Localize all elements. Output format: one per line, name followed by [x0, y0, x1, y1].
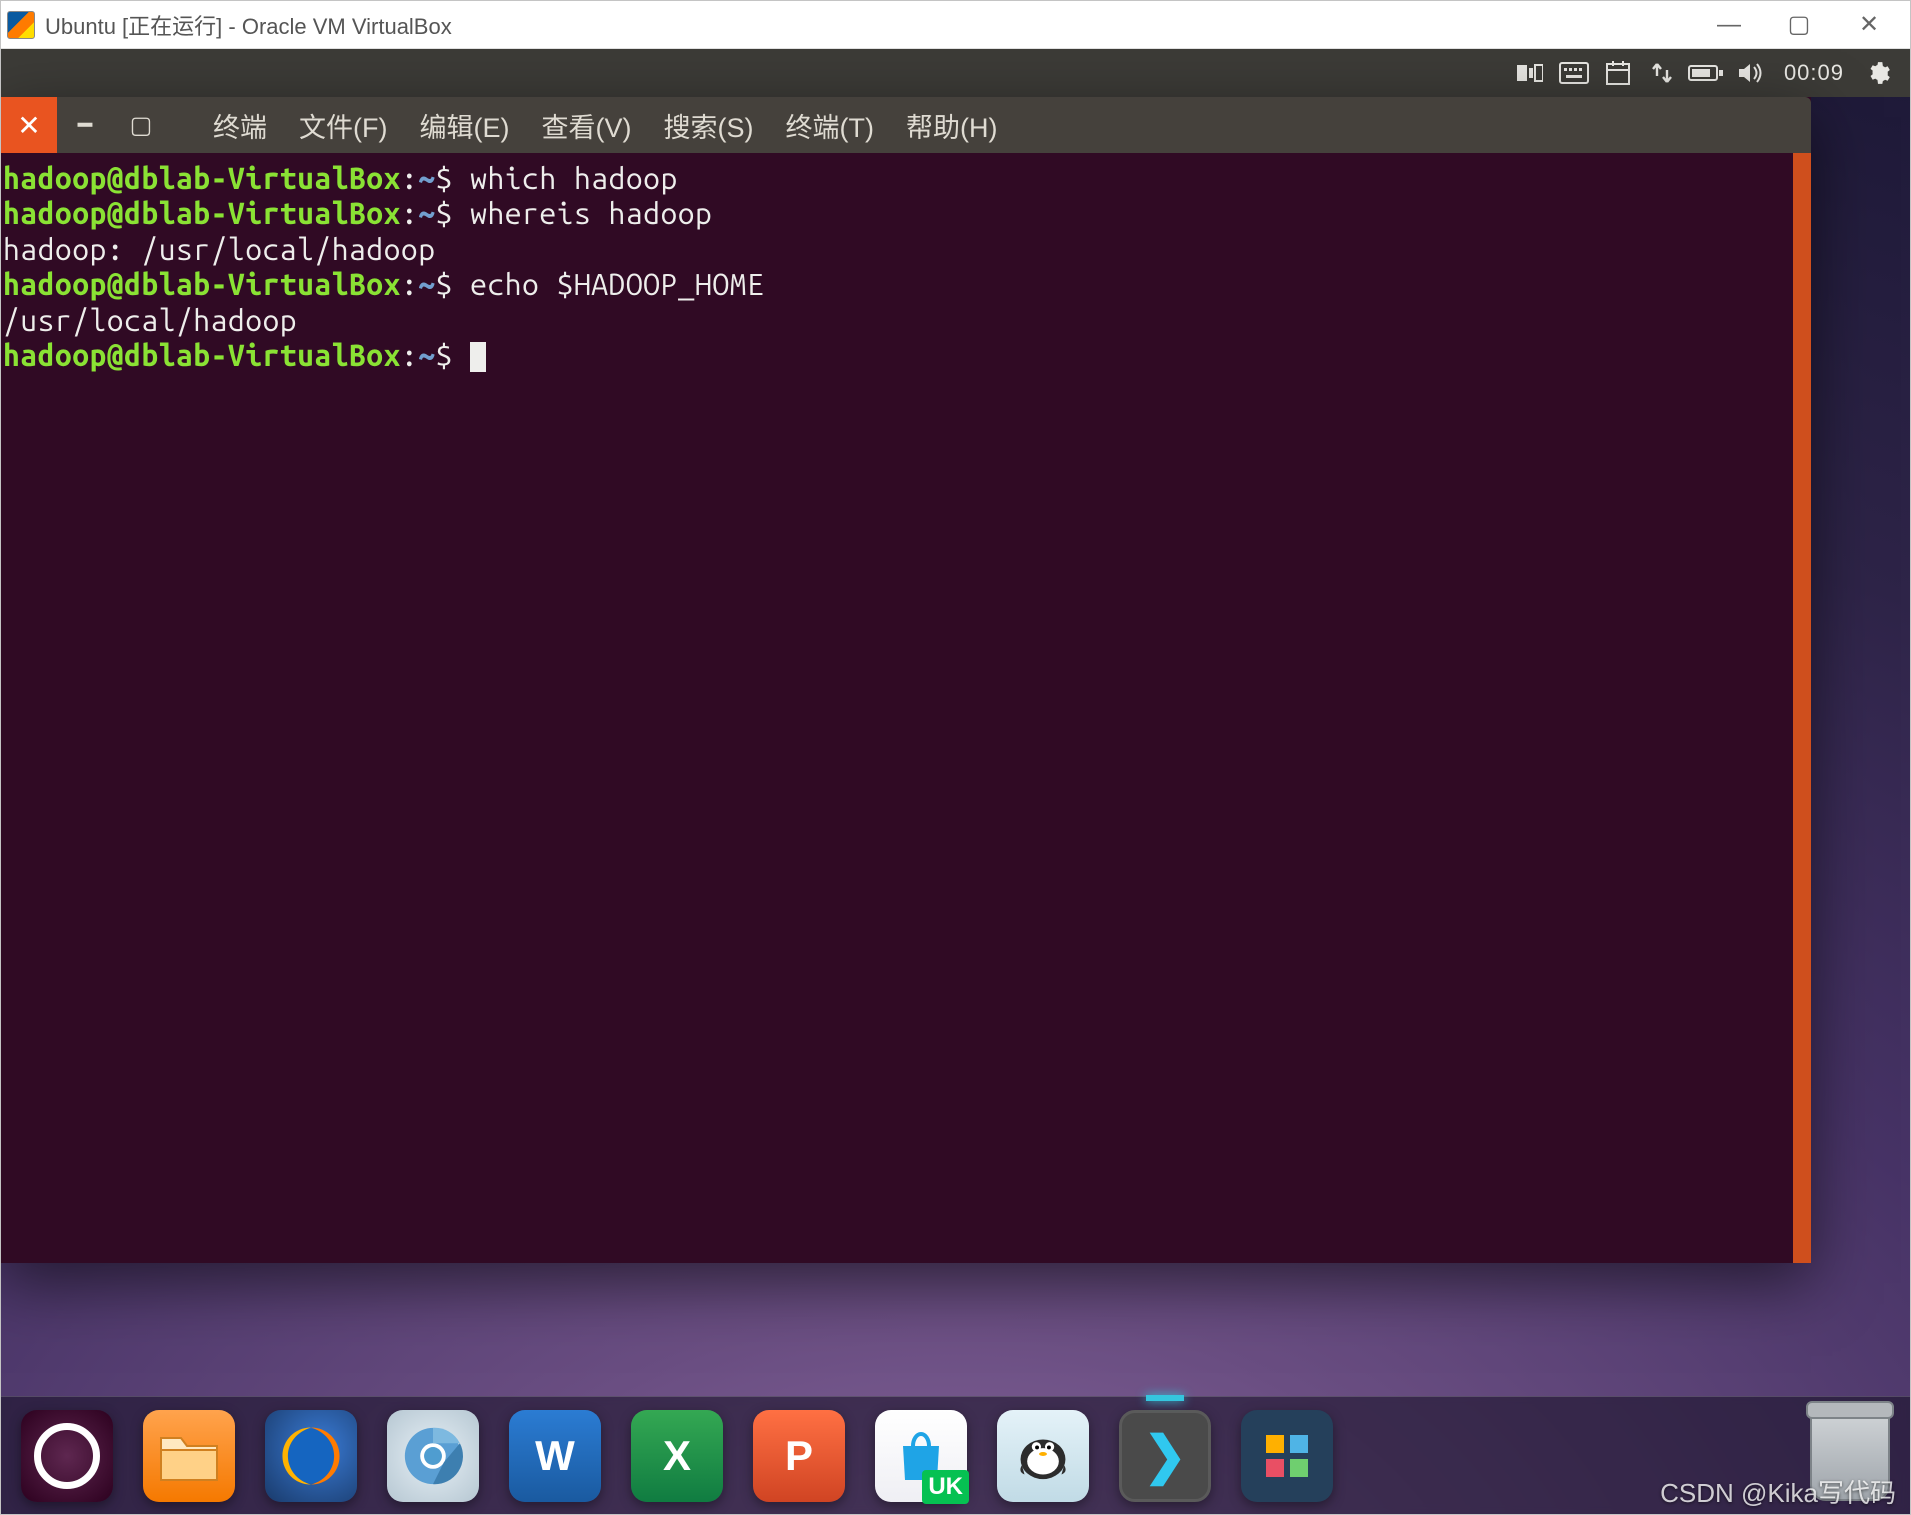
menu-terminal[interactable]: 终端(T)	[769, 97, 889, 153]
dock-item-chromium[interactable]	[387, 1410, 479, 1502]
terminal-titlebar[interactable]: ✕ ━ ▢ 终端 文件(F) 编辑(E) 查看(V) 搜索(S) 终端(T) 帮…	[1, 97, 1811, 153]
maximize-icon: ▢	[130, 111, 153, 140]
close-icon: ✕	[17, 109, 40, 142]
vbox-titlebar[interactable]: Ubuntu [正在运行] - Oracle VM VirtualBox — ▢…	[1, 1, 1910, 49]
vbox-close-button[interactable]: ✕	[1834, 1, 1904, 49]
terminal-maximize-button[interactable]: ▢	[113, 97, 169, 153]
dock-item-ppt[interactable]: P	[753, 1410, 845, 1502]
clock[interactable]: 00:09	[1772, 60, 1856, 86]
dock-item-apps[interactable]	[1241, 1410, 1333, 1502]
menu-edit[interactable]: 编辑(E)	[403, 97, 525, 153]
calendar-icon[interactable]	[1596, 49, 1640, 97]
vbox-minimize-button[interactable]: —	[1694, 1, 1764, 49]
terminal-body[interactable]: hadoop@dblab-VirtualBox:~$ which hadooph…	[1, 153, 1811, 1263]
battery-icon[interactable]	[1684, 49, 1728, 97]
terminal-line: hadoop@dblab-VirtualBox:~$ echo $HADOOP_…	[3, 267, 1809, 302]
dock-item-qq[interactable]	[997, 1410, 1089, 1502]
vbox-maximize-button[interactable]: ▢	[1764, 1, 1834, 49]
vbox-window-title: Ubuntu [正在运行] - Oracle VM VirtualBox	[45, 9, 1694, 41]
keyboard-indicator-icon[interactable]	[1552, 49, 1596, 97]
ubuntu-top-panel[interactable]: 00:09	[1, 49, 1910, 97]
terminal-scrollbar[interactable]	[1793, 153, 1811, 1263]
dock-item-word[interactable]: W	[509, 1410, 601, 1502]
volume-icon[interactable]	[1728, 49, 1772, 97]
menu-help[interactable]: 帮助(H)	[890, 97, 1013, 153]
virtualbox-logo-icon	[7, 11, 35, 39]
minimize-icon: —	[1717, 11, 1741, 39]
dock-item-firefox[interactable]	[265, 1410, 357, 1502]
menu-file[interactable]: 文件(F)	[283, 97, 403, 153]
maximize-icon: ▢	[1788, 10, 1811, 39]
minimize-icon: ━	[78, 111, 92, 140]
dock-item-files[interactable]	[143, 1410, 235, 1502]
virtualbox-host-window: Ubuntu [正在运行] - Oracle VM VirtualBox — ▢…	[0, 0, 1911, 1515]
terminal-line: hadoop@dblab-VirtualBox:~$ which hadoop	[3, 161, 1809, 196]
system-settings-gear-icon[interactable]	[1856, 49, 1900, 97]
menu-view[interactable]: 查看(V)	[525, 97, 647, 153]
terminal-line: hadoop: /usr/local/hadoop	[3, 232, 1809, 267]
trash-icon[interactable]	[1810, 1411, 1890, 1501]
close-icon: ✕	[1859, 10, 1879, 39]
terminal-line: /usr/local/hadoop	[3, 303, 1809, 338]
terminal-window: ✕ ━ ▢ 终端 文件(F) 编辑(E) 查看(V) 搜索(S) 终端(T) 帮…	[1, 97, 1811, 1263]
terminal-app-label: 终端	[197, 97, 283, 153]
network-icon[interactable]	[1640, 49, 1684, 97]
terminal-line: hadoop@dblab-VirtualBox:~$	[3, 338, 1809, 373]
dock-item-uk[interactable]: UK	[875, 1410, 967, 1502]
terminal-close-button[interactable]: ✕	[1, 97, 57, 153]
dock: WXP UK ❯	[1, 1396, 1910, 1514]
terminal-line: hadoop@dblab-VirtualBox:~$ whereis hadoo…	[3, 196, 1809, 231]
usb-devices-icon[interactable]	[1508, 49, 1552, 97]
dock-item-term[interactable]: ❯	[1119, 1410, 1211, 1502]
dock-item-ubuntu[interactable]	[21, 1410, 113, 1502]
menu-search[interactable]: 搜索(S)	[647, 97, 769, 153]
dock-item-excel[interactable]: X	[631, 1410, 723, 1502]
terminal-minimize-button[interactable]: ━	[57, 97, 113, 153]
guest-desktop: 00:09 ✕ ━ ▢ 终端 文件(F) 编辑(E) 查看(V) 搜索(S) 终…	[1, 49, 1910, 1514]
